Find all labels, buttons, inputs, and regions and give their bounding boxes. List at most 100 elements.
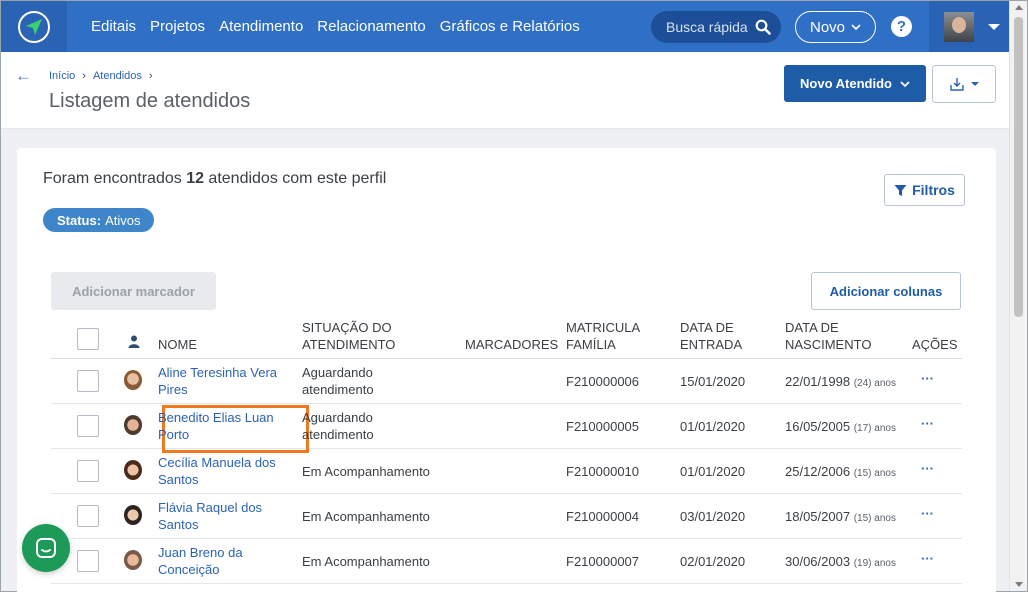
scrollbar-thumb[interactable] — [1014, 17, 1023, 317]
table-row[interactable]: Cecília Manuela dos Santos Em Acompanham… — [51, 449, 962, 494]
page-title: Listagem de atendidos — [49, 90, 251, 112]
breadcrumb-atendidos[interactable]: Atendidos — [93, 70, 142, 82]
export-button[interactable] — [932, 65, 996, 103]
attended-name-link[interactable]: Juan Breno da Conceição — [158, 544, 293, 578]
table-header: NOME SITUAÇÃO DO ATENDIMENTO MARCADORES … — [51, 318, 962, 359]
main-nav: Editais Projetos Atendimento Relacioname… — [91, 1, 580, 52]
add-columns-button[interactable]: Adicionar colunas — [811, 272, 961, 310]
row-actions-menu-icon[interactable]: ··· — [921, 551, 934, 566]
col-entry-date[interactable]: DATA DE ENTRADA — [680, 319, 742, 353]
situation-line2: atendimento — [302, 427, 374, 442]
name-line1: Cecília Manuela dos — [158, 455, 276, 470]
caret-down-icon — [971, 82, 979, 86]
search-placeholder: Busca rápida — [666, 19, 748, 35]
situation-cell: Em Acompanhamento — [302, 554, 430, 569]
chat-button[interactable] — [22, 524, 70, 572]
breadcrumb: Início › Atendidos › — [49, 70, 153, 82]
avatar — [124, 550, 142, 570]
nav-graficos-relatorios[interactable]: Gráficos e Relatórios — [440, 18, 580, 35]
new-label: Novo — [809, 18, 846, 36]
page-header: ← Início › Atendidos › Listagem de atend… — [1, 52, 1009, 129]
row-actions-menu-icon[interactable]: ··· — [921, 416, 934, 431]
row-checkbox[interactable] — [77, 505, 99, 527]
age: (15) anos — [853, 513, 896, 524]
user-menu[interactable] — [929, 1, 1009, 52]
scroll-up-arrow-icon[interactable] — [1015, 5, 1023, 10]
row-actions-menu-icon[interactable]: ··· — [921, 371, 934, 386]
situation-line2: atendimento — [302, 382, 374, 397]
birth-date-cell: 18/05/2007 (15) anos — [785, 508, 896, 527]
col-entry-line1: DATA DE — [680, 320, 734, 335]
row-checkbox[interactable] — [77, 370, 99, 392]
status-filter-badge[interactable]: Status: Ativos — [43, 208, 155, 232]
situation-cell: Aguardando atendimento — [302, 364, 374, 398]
table-row[interactable]: Aline Teresinha Vera Pires Aguardando at… — [51, 359, 962, 404]
add-marker-button[interactable]: Adicionar marcador — [51, 272, 216, 310]
name-line2: Pires — [158, 382, 188, 397]
scrollbar[interactable] — [1009, 1, 1027, 591]
attended-name-link[interactable]: Benedito Elias Luan Porto — [158, 409, 293, 443]
birth-date-cell: 16/05/2005 (17) anos — [785, 418, 896, 437]
back-arrow-icon[interactable]: ← — [15, 66, 32, 86]
row-checkbox[interactable] — [77, 460, 99, 482]
table-row[interactable]: Benedito Elias Luan Porto Aguardando ate… — [51, 404, 962, 453]
chevron-right-icon: › — [82, 70, 86, 82]
row-checkbox[interactable] — [77, 415, 99, 437]
avatar — [124, 415, 142, 435]
search-icon[interactable] — [755, 19, 771, 35]
chevron-down-icon — [900, 80, 910, 87]
birth-date: 22/01/1998 — [785, 374, 851, 389]
name-line1: Aline Teresinha Vera — [158, 365, 278, 380]
attended-name-link[interactable]: Cecília Manuela dos Santos — [158, 454, 293, 488]
table-row[interactable]: Juan Breno da Conceição Em Acompanhament… — [51, 539, 962, 584]
filter-icon — [894, 184, 907, 196]
matricula-cell: F210000004 — [566, 509, 640, 524]
app-logo[interactable] — [1, 1, 67, 52]
results-summary: Foram encontrados 12 atendidos com este … — [43, 170, 386, 188]
situation-cell: Em Acompanhamento — [302, 509, 430, 524]
col-birth-date[interactable]: DATA DE NASCIMENTO — [785, 319, 871, 353]
filters-button[interactable]: Filtros — [884, 174, 965, 206]
filters-label: Filtros — [912, 182, 955, 198]
nav-editais[interactable]: Editais — [91, 18, 136, 35]
download-icon — [950, 78, 964, 91]
row-actions-menu-icon[interactable]: ··· — [921, 461, 934, 476]
chevron-down-icon — [851, 24, 861, 31]
new-dropdown-button[interactable]: Novo — [795, 11, 876, 43]
results-count: 12 — [186, 170, 204, 187]
new-attended-button[interactable]: Novo Atendido — [784, 65, 926, 102]
table-row[interactable]: Flávia Raquel dos Santos Em Acompanhamen… — [51, 494, 962, 539]
attended-name-link[interactable]: Aline Teresinha Vera Pires — [158, 364, 293, 398]
situation-cell: Em Acompanhamento — [302, 464, 430, 479]
col-situation[interactable]: SITUAÇÃO DO ATENDIMENTO — [302, 319, 395, 353]
nav-projetos[interactable]: Projetos — [150, 18, 205, 35]
user-icon — [128, 335, 140, 348]
select-all-checkbox[interactable] — [77, 328, 99, 350]
name-line1: Juan Breno da — [158, 545, 243, 560]
attended-name-link[interactable]: Flávia Raquel dos Santos — [158, 499, 293, 533]
row-checkbox[interactable] — [77, 550, 99, 572]
col-markers[interactable]: MARCADORES — [465, 336, 558, 353]
entry-date-cell: 02/01/2020 — [680, 554, 746, 569]
results-card: Foram encontrados 12 atendidos com este … — [17, 148, 996, 592]
quick-search-input[interactable]: Busca rápida — [651, 11, 781, 43]
birth-date: 18/05/2007 — [785, 509, 851, 524]
nav-atendimento[interactable]: Atendimento — [219, 18, 303, 35]
situation-line1: Aguardando — [302, 410, 373, 425]
col-name[interactable]: NOME — [158, 336, 197, 353]
scroll-down-arrow-icon[interactable] — [1015, 582, 1023, 587]
entry-date-cell: 01/01/2020 — [680, 419, 746, 434]
age: (19) anos — [853, 558, 896, 569]
help-icon[interactable]: ? — [891, 16, 912, 37]
name-line2: Santos — [158, 472, 199, 487]
birth-date: 25/12/2006 — [785, 464, 851, 479]
birth-date-cell: 22/01/1998 (24) anos — [785, 373, 896, 392]
caret-down-icon — [988, 23, 1000, 30]
birth-date: 30/06/2003 — [785, 554, 851, 569]
logo-icon — [18, 10, 50, 43]
col-birth-line1: DATA DE — [785, 320, 839, 335]
col-matricula[interactable]: MATRICULA FAMÍLIA — [566, 319, 640, 353]
breadcrumb-inicio[interactable]: Início — [49, 70, 75, 82]
nav-relacionamento[interactable]: Relacionamento — [317, 18, 425, 35]
row-actions-menu-icon[interactable]: ··· — [921, 506, 934, 521]
